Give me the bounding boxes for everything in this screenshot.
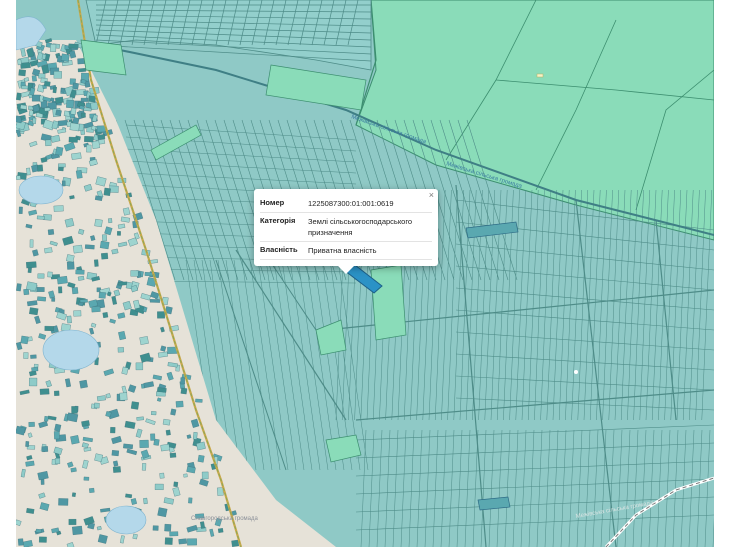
pond (18, 175, 64, 205)
popup-row-number: Номер 1225087300:01:001:0619 (260, 195, 432, 213)
popup-key: Категорія (260, 216, 296, 225)
popup-row-category: Категорія Землі сільськогосподарського п… (260, 213, 432, 242)
popup-key: Номер (260, 198, 285, 207)
parcel-info-popup: × Номер 1225087300:01:001:0619 Категорія… (254, 189, 438, 274)
popup-pointer (338, 266, 354, 274)
popup-value: Приватна власність (308, 246, 377, 255)
lake (42, 329, 100, 371)
popup-value: 1225087300:01:001:0619 (308, 199, 394, 208)
popup-value: Землі сільськогосподарського призначення (308, 217, 413, 237)
cadastre-map[interactable]: Межівська сільська громада Межівська сіл… (16, 0, 714, 547)
popup-key: Власність (260, 245, 298, 254)
popup-row-ownership: Власність Приватна власність (260, 242, 432, 260)
close-icon[interactable]: × (429, 190, 434, 200)
village-label: Славгородська громада (191, 516, 259, 522)
map-canvas[interactable]: Межівська сільська громада Межівська сіл… (16, 0, 714, 547)
